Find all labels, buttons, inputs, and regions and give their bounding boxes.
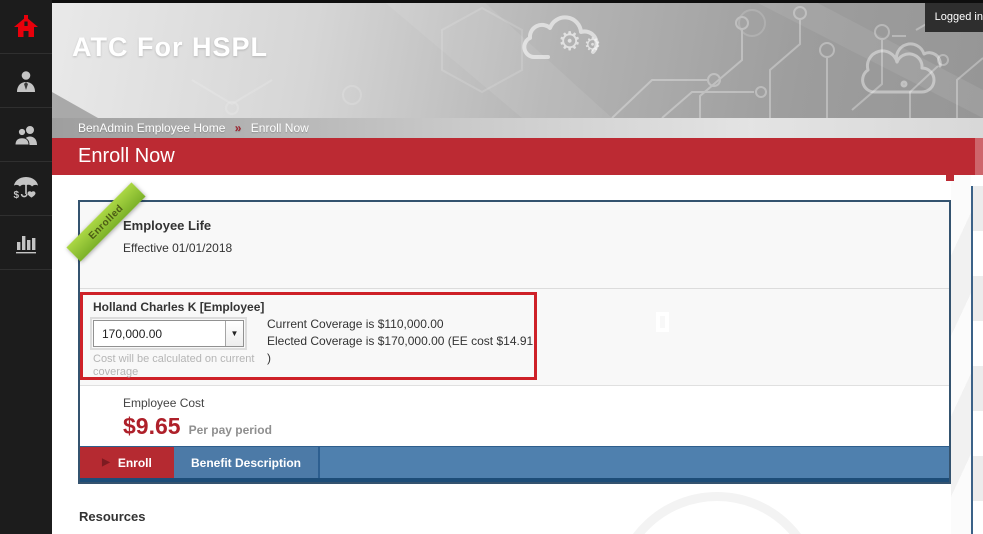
employee-icon <box>14 69 38 93</box>
svg-text:$: $ <box>14 190 20 201</box>
title-bar-highlight <box>975 138 983 175</box>
logged-in-badge[interactable]: Logged in <box>925 3 983 32</box>
background-swoosh <box>951 175 971 534</box>
breadcrumb-separator-icon: » <box>235 121 242 135</box>
coverage-select-button[interactable]: ▼ <box>225 321 243 346</box>
member-name: Holland Charles K [Employee] <box>93 300 264 314</box>
tab-enroll[interactable]: ▶ Enroll <box>80 447 174 478</box>
breadcrumb: BenAdmin Employee Home » Enroll Now <box>52 118 983 138</box>
gear-icon: ⚙ <box>558 28 581 54</box>
benefits-insurance-icon: $ <box>12 176 40 202</box>
coverage-select-value: 170,000.00 <box>94 327 225 341</box>
home-icon <box>13 15 39 39</box>
employee-cost-label: Employee Cost <box>123 396 949 410</box>
current-coverage-text: Current Coverage is $110,000.00 <box>267 316 534 333</box>
resources-heading: Resources <box>79 509 145 524</box>
member-section: Holland Charles K [Employee] 170,000.00 … <box>80 289 949 385</box>
employee-cost-section: Employee Cost $9.65 Per pay period <box>80 385 949 446</box>
missing-glyph-placeholder <box>656 312 669 332</box>
sidebar-item-benefits[interactable]: $ <box>0 162 52 216</box>
tab-benefit-description[interactable]: Benefit Description <box>174 447 320 478</box>
sidebar-item-reports[interactable] <box>0 216 52 270</box>
coverage-summary: Current Coverage is $110,000.00 Elected … <box>267 316 534 367</box>
coverage-select[interactable]: 170,000.00 ▼ <box>93 320 244 347</box>
sidebar-item-home[interactable] <box>0 0 52 54</box>
title-bar-notch <box>946 175 954 181</box>
adjacent-panel-border <box>971 186 973 534</box>
sidebar-item-dependents[interactable] <box>0 108 52 162</box>
employee-cost-amount: $9.65 <box>123 413 181 440</box>
breadcrumb-home-link[interactable]: BenAdmin Employee Home <box>78 121 225 135</box>
enrollment-card: Employee Life Effective 01/01/2018 Holla… <box>78 200 951 484</box>
dependents-icon <box>13 123 39 147</box>
page: ⚙ ⚙ ATC For HSPL Logged in BenAdmin Empl… <box>0 0 983 534</box>
coverage-note: Cost will be calculated on current cover… <box>93 353 293 379</box>
app-title: ATC For HSPL <box>72 32 268 63</box>
gear-icon: ⚙ <box>584 36 601 55</box>
tab-enroll-label: Enroll <box>118 456 152 470</box>
plan-header: Employee Life Effective 01/01/2018 <box>80 202 949 289</box>
page-title: Enroll Now <box>78 138 175 175</box>
top-edge-strip <box>52 0 983 3</box>
elected-coverage-text: Elected Coverage is $170,000.00 (EE cost… <box>267 333 534 367</box>
tab-bar-filler <box>320 447 949 478</box>
sidebar: $ <box>0 0 52 534</box>
background-arc <box>612 492 822 534</box>
plan-name: Employee Life <box>123 218 949 233</box>
tab-benefit-description-label: Benefit Description <box>191 456 301 470</box>
play-icon: ▶ <box>102 457 110 468</box>
app-header: ⚙ ⚙ ATC For HSPL <box>52 0 983 118</box>
card-tab-bar: ▶ Enroll Benefit Description <box>80 446 949 482</box>
breadcrumb-current: Enroll Now <box>251 121 309 135</box>
caret-down-icon: ▼ <box>231 329 239 338</box>
sidebar-item-employee[interactable] <box>0 54 52 108</box>
page-title-bar: Enroll Now <box>52 138 983 175</box>
member-highlight-box: Holland Charles K [Employee] 170,000.00 … <box>80 292 537 380</box>
adjacent-panel-sliver <box>973 186 983 534</box>
employee-cost-period: Per pay period <box>189 423 272 437</box>
plan-effective-date: Effective 01/01/2018 <box>123 241 949 255</box>
reports-chart-icon <box>13 231 39 255</box>
